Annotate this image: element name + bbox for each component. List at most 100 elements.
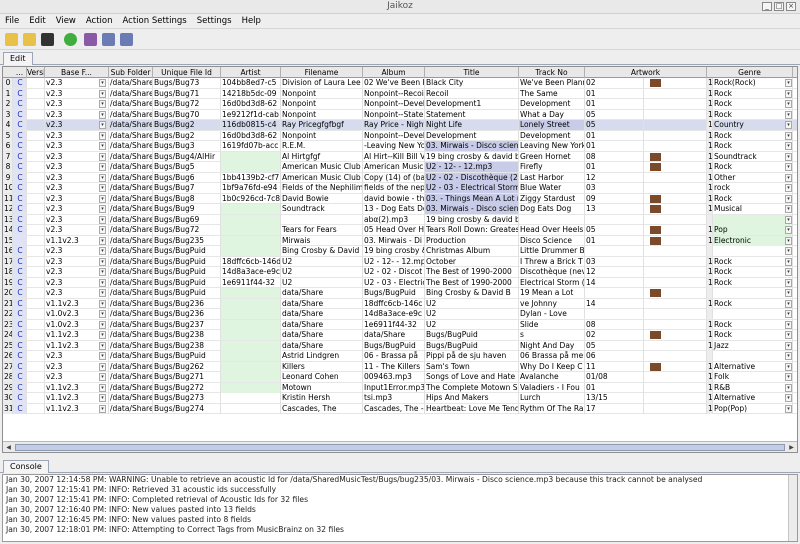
album-cell[interactable]: U2 — [425, 309, 519, 319]
unique-file-id-cell[interactable]: 16d0bd3d8-62 — [221, 99, 281, 109]
filename-cell[interactable]: david bowie - th — [363, 193, 425, 204]
genre-cell[interactable]: Rock ▾ — [713, 162, 793, 172]
album-cell[interactable]: Bing Crosby & David B — [425, 288, 519, 298]
version-cell[interactable]: v2.3 ▾ — [45, 351, 109, 361]
table-row[interactable]: 4 Cv2.3 ▾/data/Share Bugs/Bug2 116db0815-c4 R… — [3, 120, 797, 131]
table-row[interactable]: 26 Cv2.3 ▾/data/Share Bugs/BugPuid Astrid Li… — [3, 351, 797, 362]
table-row[interactable]: 27 Cv2.3 ▾/data/Share Bugs/Bug262 Killers 11 … — [3, 361, 797, 372]
title-cell[interactable]: Firefly — [519, 162, 585, 172]
genre-cell[interactable]: Musical ▾ — [713, 204, 793, 214]
artist-cell[interactable]: American Music Club — [281, 162, 363, 172]
filename-cell[interactable]: Bugs/BugPuid — [363, 340, 425, 351]
genre-cell[interactable]: ▾ — [713, 214, 793, 225]
version-cell[interactable]: v2.3 ▾ — [45, 141, 109, 151]
unique-file-id-cell[interactable] — [221, 340, 281, 351]
unique-file-id-cell[interactable] — [221, 225, 281, 235]
unique-file-id-cell[interactable] — [221, 204, 281, 214]
chevron-down-icon[interactable]: ▾ — [785, 152, 792, 161]
chevron-down-icon[interactable]: ▾ — [99, 268, 106, 276]
album-cell[interactable]: October — [425, 256, 519, 267]
chevron-down-icon[interactable]: ▾ — [785, 404, 792, 413]
version-cell[interactable]: v1.0v2.3 ▾ — [45, 309, 109, 319]
album-cell[interactable]: 19 bing crosby & david b — [425, 214, 519, 225]
menu-action[interactable]: Action — [81, 14, 118, 29]
table-row[interactable]: 5 Cv2.3 ▾/data/Share Bugs/Bug2 16d0bd3d8-62 N… — [3, 130, 797, 141]
artist-cell[interactable]: U2 — [281, 256, 363, 267]
base-folder-cell[interactable]: /data/Share — [109, 382, 153, 393]
title-cell[interactable]: Little Drummer B — [519, 246, 585, 256]
genre-cell[interactable]: Soundtrack ▾ — [713, 151, 793, 162]
title-cell[interactable]: We've Been Plann — [519, 78, 585, 88]
genre-cell[interactable]: Rock ▾ — [713, 88, 793, 99]
table-row[interactable]: 7 Cv2.3 ▾/data/Share Bugs/Bug4/AlHir Al Hirt… — [3, 151, 797, 162]
filename-cell[interactable]: U2 - 03 - Electric — [363, 277, 425, 288]
unique-file-id-cell[interactable] — [221, 393, 281, 403]
title-cell[interactable] — [519, 214, 585, 225]
genre-cell[interactable]: Jazz ▾ — [713, 340, 793, 351]
track-no-cell[interactable]: 08 — [585, 319, 644, 330]
unique-file-id-cell[interactable]: 18dffc6cb-146d — [221, 256, 281, 267]
title-cell[interactable]: Discothèque (nev — [519, 267, 585, 277]
version-cell[interactable]: v2.3 ▾ — [45, 372, 109, 382]
chevron-down-icon[interactable]: ▾ — [99, 310, 106, 318]
base-folder-cell[interactable]: /data/Share — [109, 172, 153, 183]
chevron-down-icon[interactable]: ▾ — [99, 404, 106, 413]
sub-folder-cell[interactable]: Bugs/Bug235 — [153, 235, 221, 246]
artist-cell[interactable]: Ray Pricegfgfbgf — [281, 120, 363, 130]
version-cell[interactable]: v2.3 ▾ — [45, 172, 109, 183]
chevron-down-icon[interactable]: ▾ — [785, 173, 792, 182]
chevron-down-icon[interactable]: ▾ — [785, 194, 792, 203]
track-no-cell[interactable]: 11 — [585, 361, 644, 372]
album-cell[interactable]: Christmas Album — [425, 246, 519, 256]
genre-cell[interactable]: Rock ▾ — [713, 298, 793, 309]
track-no-cell[interactable]: 13/15 — [585, 393, 644, 403]
base-folder-cell[interactable]: /data/Share — [109, 288, 153, 298]
table-row[interactable]: 9 Cv2.3 ▾/data/Share Bugs/Bug6 1bb4139b2-cf7… — [3, 172, 797, 183]
genre-cell[interactable]: Country ▾ — [713, 120, 793, 130]
sub-folder-cell[interactable]: Bugs/Bug3 — [153, 141, 221, 151]
chevron-down-icon[interactable]: ▾ — [785, 362, 792, 371]
filename-cell[interactable]: 13 - Dog Eats Do — [363, 204, 425, 214]
table-row[interactable]: 31 Cv1.1v2.3 ▾/data/Share Bugs/Bug274 Cascad… — [3, 403, 797, 414]
base-folder-cell[interactable]: /data/Share — [109, 403, 153, 414]
album-cell[interactable]: 03. Mirwais - Disco scien — [425, 141, 519, 151]
genre-cell[interactable]: Rock(Rock) ▾ — [713, 78, 793, 88]
filename-cell[interactable]: Nonpoint--Statem — [363, 109, 425, 120]
column-header[interactable]: Version — [27, 67, 45, 78]
version-cell[interactable]: v1.1v2.3 ▾ — [45, 235, 109, 246]
version-cell[interactable]: v2.3 ▾ — [45, 193, 109, 204]
artwork-cell[interactable] — [644, 151, 707, 162]
chevron-down-icon[interactable]: ▾ — [99, 194, 106, 203]
title-cell[interactable]: I Threw a Brick T — [519, 256, 585, 267]
genre-cell[interactable]: Folk ▾ — [713, 372, 793, 382]
title-cell[interactable]: Blue Water — [519, 183, 585, 193]
sub-folder-cell[interactable]: Bugs/BugPuid — [153, 288, 221, 298]
base-folder-cell[interactable]: /data/Share — [109, 78, 153, 88]
track-no-cell[interactable]: 05 — [585, 340, 644, 351]
sub-folder-cell[interactable]: Bugs/Bug69 — [153, 214, 221, 225]
title-cell[interactable]: Dylan - Love — [519, 309, 585, 319]
title-cell[interactable]: Slide — [519, 319, 585, 330]
artist-cell[interactable]: American Music Club — [281, 172, 363, 183]
album-cell[interactable]: Bugs/BugPuid — [425, 340, 519, 351]
chevron-down-icon[interactable]: ▾ — [785, 289, 792, 297]
track-no-cell[interactable] — [585, 288, 644, 298]
base-folder-cell[interactable]: /data/Share — [109, 361, 153, 372]
artwork-cell[interactable] — [644, 277, 707, 288]
table-row[interactable]: 3 Cv2.3 ▾/data/Share Bugs/Bug70 1e9212f1d-ca… — [3, 109, 797, 120]
version-cell[interactable]: v2.3 ▾ — [45, 162, 109, 172]
artwork-cell[interactable] — [644, 193, 707, 204]
sub-folder-cell[interactable]: Bugs/Bug273 — [153, 393, 221, 403]
menu-action-settings[interactable]: Action Settings — [118, 14, 192, 29]
chevron-down-icon[interactable]: ▾ — [785, 121, 792, 129]
version-cell[interactable]: v1.1v2.3 ▾ — [45, 340, 109, 351]
sub-folder-cell[interactable]: Bugs/Bug2 — [153, 130, 221, 141]
chevron-down-icon[interactable]: ▾ — [785, 394, 792, 402]
unique-file-id-cell[interactable] — [221, 319, 281, 330]
column-header[interactable]: Artwork — [585, 67, 707, 78]
chevron-down-icon[interactable]: ▾ — [99, 152, 106, 161]
title-cell[interactable]: Green Hornet — [519, 151, 585, 162]
artwork-cell[interactable] — [644, 130, 707, 141]
track-no-cell[interactable]: 13 — [585, 204, 644, 214]
chevron-down-icon[interactable]: ▾ — [785, 257, 792, 266]
